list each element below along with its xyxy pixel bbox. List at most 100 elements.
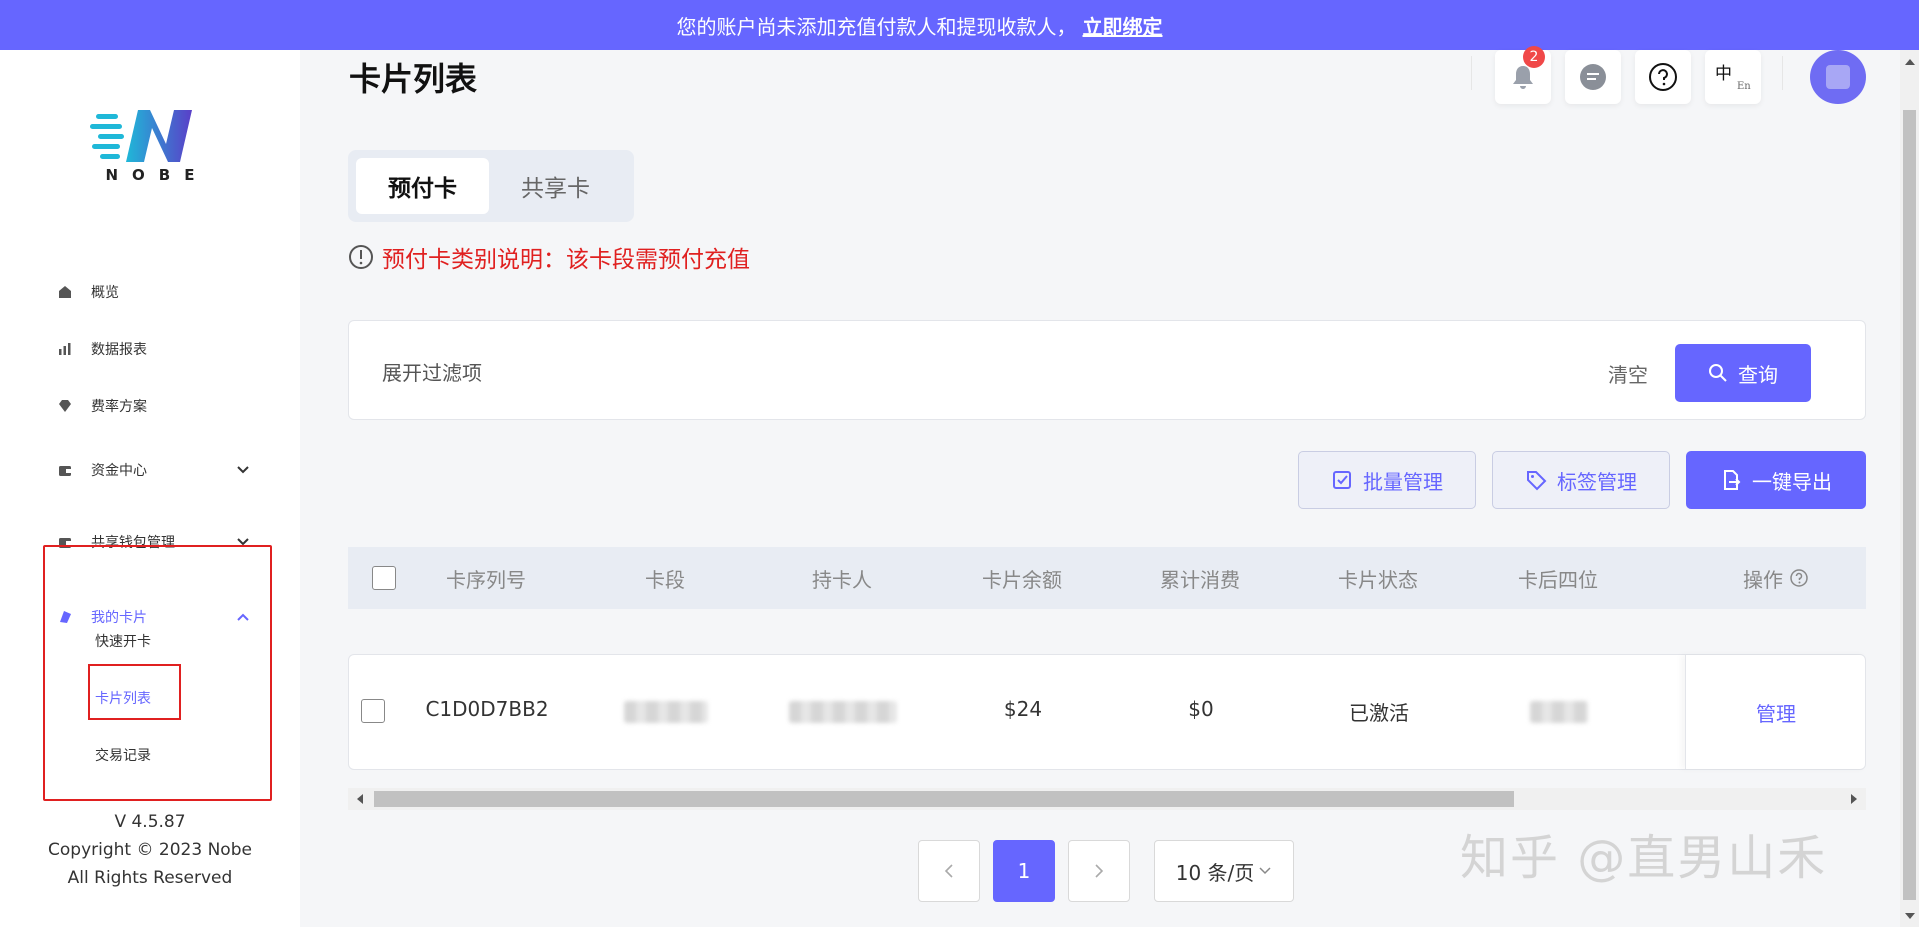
row-actions-cell: 管理 (1685, 655, 1866, 769)
copyright-label: Copyright © 2023 Nobe (48, 840, 252, 860)
column-header: 卡片状态 (1338, 567, 1418, 592)
vertical-scrollbar[interactable] (1900, 50, 1919, 927)
batch-manage-button[interactable]: 批量管理 (1298, 451, 1476, 509)
column-header: 卡序列号 (446, 567, 526, 592)
status-cell: 已激活 (1349, 701, 1409, 725)
main-content: 卡片列表 2 中 En 预付卡 共享卡 预付卡类别说明：该卡段需预付充值 展开过… (300, 46, 1900, 927)
card-serial-cell: C1D0D7BB2 (425, 697, 549, 721)
last4-cell-redacted (1530, 701, 1588, 723)
sidebar-subitem-card-list[interactable]: 卡片列表 (95, 688, 151, 708)
sidebar-item-label: 概览 (91, 285, 119, 301)
search-icon (1709, 364, 1727, 382)
banner-text: 您的账户尚未添加充值付款人和提现收款人， (676, 14, 1077, 39)
column-header: 累计消费 (1160, 567, 1240, 592)
query-button[interactable]: 查询 (1675, 344, 1811, 402)
filter-panel: 展开过滤项 清空 查询 (348, 320, 1866, 420)
card-type-tabs: 预付卡 共享卡 (348, 150, 634, 222)
sidebar-item-reports[interactable]: 数据报表 (57, 335, 147, 363)
sidebar-item-label: 资金中心 (91, 463, 147, 479)
export-label: 一键导出 (1752, 469, 1832, 494)
language-icon: 中 En (1713, 57, 1753, 97)
scroll-down-arrow-icon[interactable] (1904, 910, 1915, 921)
chevron-down-icon[interactable] (236, 535, 250, 549)
checklist-icon (1333, 471, 1351, 489)
sidebar-item-rates[interactable]: 费率方案 (57, 392, 147, 420)
export-icon (1724, 470, 1741, 490)
vertical-scroll-thumb[interactable] (1903, 110, 1916, 900)
chat-icon (1580, 64, 1606, 90)
user-avatar[interactable] (1810, 50, 1866, 104)
watermark-text: 知乎 @直男山禾 (1460, 830, 1828, 886)
chevron-left-icon (944, 864, 953, 878)
tag-manage-label: 标签管理 (1557, 469, 1637, 494)
help-circle-icon[interactable] (1789, 568, 1809, 588)
select-all-checkbox[interactable] (372, 566, 396, 590)
scroll-right-arrow-icon[interactable] (1848, 793, 1860, 805)
sidebar-item-funds[interactable]: 资金中心 (57, 456, 147, 484)
bind-now-link[interactable]: 立即绑定 (1083, 11, 1163, 40)
column-header: 卡片余额 (982, 567, 1062, 592)
column-header: 卡后四位 (1518, 567, 1598, 592)
sidebar-item-overview[interactable]: 概览 (57, 278, 119, 306)
chevron-down-icon (1259, 867, 1271, 875)
card-segment-cell-redacted (624, 701, 708, 723)
scroll-left-arrow-icon[interactable] (354, 793, 366, 805)
sidebar-subitem-quick-open[interactable]: 快速开卡 (95, 631, 151, 651)
home-icon (57, 284, 73, 300)
logo-wordmark: NOBE (105, 166, 209, 184)
page-number-button[interactable]: 1 (993, 840, 1055, 902)
help-button[interactable] (1635, 50, 1691, 104)
next-page-button[interactable] (1068, 840, 1130, 902)
sidebar-item-label: 费率方案 (91, 399, 147, 415)
question-icon (1649, 63, 1677, 91)
page-size-value: 10 条/页 (1175, 860, 1255, 885)
notice-text: 预付卡类别说明：该卡段需预付充值 (382, 247, 750, 273)
tab-prepaid[interactable]: 预付卡 (356, 158, 489, 214)
sidebar-item-my-cards[interactable]: 我的卡片 (57, 603, 147, 631)
balance-cell: $24 (1003, 697, 1043, 721)
tag-manage-button[interactable]: 标签管理 (1492, 451, 1670, 509)
sidebar-item-label: 我的卡片 (91, 610, 147, 626)
column-header: 卡段 (645, 567, 685, 592)
sidebar-item-label: 共享钱包管理 (91, 535, 175, 551)
sidebar: NOBE 概览 数据报表 费率方案 资金中心 共享钱包管理 我的卡片 快速开卡 … (0, 50, 300, 927)
header-divider (1782, 56, 1783, 90)
clear-button[interactable]: 清空 (1608, 359, 1648, 388)
table-header: 卡序列号 卡段 持卡人 卡片余额 累计消费 卡片状态 卡后四位 操作 (348, 547, 1866, 609)
expand-filters-toggle[interactable]: 展开过滤项 (382, 357, 482, 386)
tag-icon (1527, 471, 1547, 491)
batch-manage-label: 批量管理 (1363, 469, 1443, 494)
notification-badge: 2 (1523, 46, 1545, 68)
wallet-icon (57, 534, 73, 550)
sidebar-item-label: 数据报表 (91, 342, 147, 358)
avatar-image (1826, 65, 1850, 89)
page-size-select[interactable]: 10 条/页 (1154, 840, 1294, 902)
language-switch-button[interactable]: 中 En (1705, 50, 1761, 104)
prev-page-button[interactable] (918, 840, 980, 902)
horizontal-scroll-thumb[interactable] (374, 791, 1514, 807)
manage-link[interactable]: 管理 (1756, 698, 1796, 727)
sidebar-item-shared-wallet[interactable]: 共享钱包管理 (57, 528, 175, 556)
version-label: V 4.5.87 (114, 812, 186, 832)
row-checkbox[interactable] (361, 699, 385, 723)
message-button[interactable] (1565, 50, 1621, 104)
highlight-box-my-cards (43, 545, 272, 801)
lang-secondary: En (1737, 81, 1751, 92)
prepaid-notice: 预付卡类别说明：该卡段需预付充值 (348, 240, 750, 274)
chevron-down-icon[interactable] (236, 463, 250, 477)
chevron-right-icon (1095, 864, 1104, 878)
sidebar-subitem-transactions[interactable]: 交易记录 (95, 745, 151, 765)
export-button[interactable]: 一键导出 (1686, 451, 1866, 509)
chevron-up-icon[interactable] (236, 610, 250, 624)
account-notice-banner: 您的账户尚未添加充值付款人和提现收款人， 立即绑定 (0, 0, 1919, 50)
lang-primary: 中 (1715, 64, 1732, 84)
bar-chart-icon (57, 341, 73, 357)
scroll-up-arrow-icon[interactable] (1904, 56, 1915, 67)
diamond-icon (57, 398, 73, 414)
table-row[interactable]: C1D0D7BB2 $24 $0 已激活 管理 (348, 654, 1866, 770)
page-title: 卡片列表 (349, 60, 478, 98)
horizontal-scrollbar[interactable] (348, 788, 1866, 810)
tab-shared[interactable]: 共享卡 (489, 158, 622, 214)
notification-button[interactable]: 2 (1495, 46, 1551, 104)
column-header: 持卡人 (812, 567, 872, 592)
